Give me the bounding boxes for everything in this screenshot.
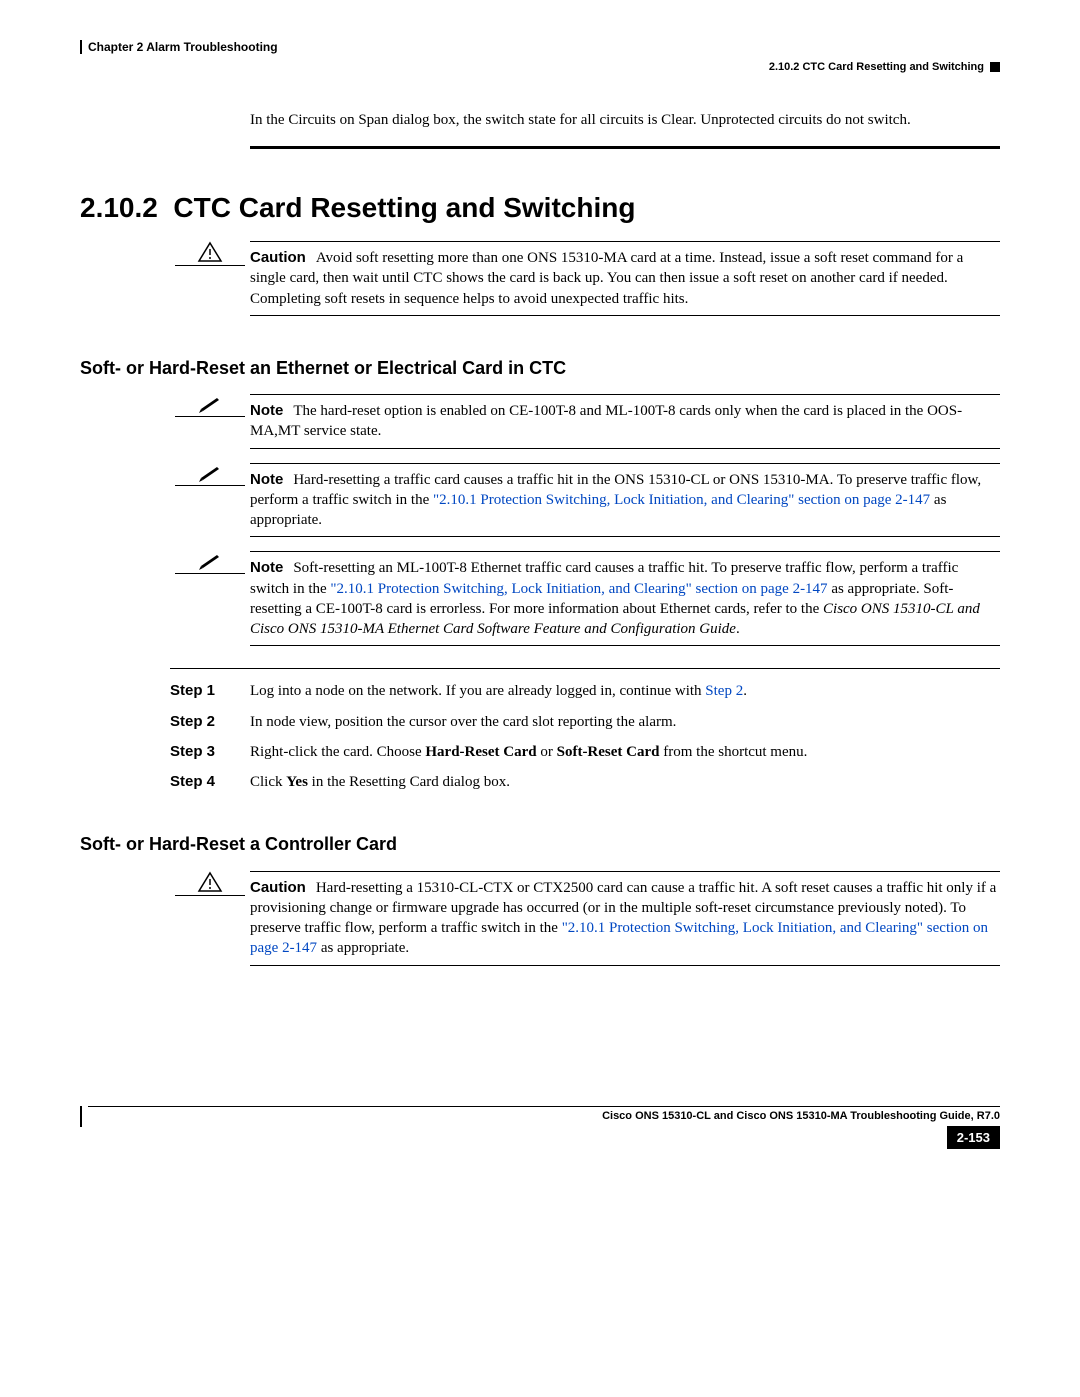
footer-book-title: Cisco ONS 15310-CL and Cisco ONS 15310-M… — [88, 1107, 1000, 1128]
step4-pre: Click — [250, 774, 286, 790]
note-icon — [175, 463, 245, 486]
page-number-badge: 2-153 — [947, 1126, 1000, 1150]
cross-ref-link[interactable]: "2.10.1 Protection Switching, Lock Initi… — [330, 581, 827, 597]
step-row: Step 2 In node view, position the cursor… — [170, 712, 1000, 732]
step-label: Step 4 — [170, 772, 250, 792]
caution-icon — [175, 871, 245, 896]
step1-post: . — [743, 683, 747, 699]
section-number: 2.10.2 — [80, 192, 158, 223]
note-body-2: NoteHard-resetting a traffic card causes… — [250, 463, 1000, 538]
step3-post: from the shortcut menu. — [660, 744, 808, 760]
note-icon — [175, 394, 245, 417]
cross-ref-link[interactable]: "2.10.1 Protection Switching, Lock Initi… — [433, 492, 930, 508]
header-right: 2.10.2 CTC Card Resetting and Switching — [769, 60, 1000, 75]
step-text: Click Yes in the Resetting Card dialog b… — [250, 772, 510, 792]
menu-option-bold: Hard-Reset Card — [425, 744, 536, 760]
caution-text: Avoid soft resetting more than one ONS 1… — [250, 250, 963, 307]
step-row: Step 1 Log into a node on the network. I… — [170, 681, 1000, 701]
chapter-label: Chapter 2 Alarm Troubleshooting — [80, 40, 278, 54]
note-text-1: The hard-reset option is enabled on CE-1… — [250, 403, 962, 439]
note-block-2: NoteHard-resetting a traffic card causes… — [170, 463, 1000, 538]
page-footer: Cisco ONS 15310-CL and Cisco ONS 15310-M… — [80, 1106, 1000, 1128]
note-body-1: NoteThe hard-reset option is enabled on … — [250, 394, 1000, 449]
step3-pre: Right-click the card. Choose — [250, 744, 425, 760]
step-row: Step 4 Click Yes in the Resetting Card d… — [170, 772, 1000, 792]
section-title-text: CTC Card Resetting and Switching — [173, 192, 635, 223]
subsection-heading-2: Soft- or Hard-Reset a Controller Card — [80, 832, 1000, 856]
page-header: Chapter 2 Alarm Troubleshooting 2.10.2 C… — [80, 40, 1000, 80]
note-block-1: NoteThe hard-reset option is enabled on … — [170, 394, 1000, 449]
step-label: Step 1 — [170, 681, 250, 701]
header-square-icon — [990, 62, 1000, 72]
step-row: Step 3 Right-click the card. Choose Hard… — [170, 742, 1000, 762]
caution-body: CautionAvoid soft resetting more than on… — [250, 241, 1000, 316]
caution-body-2: CautionHard-resetting a 15310-CL-CTX or … — [250, 871, 1000, 966]
caution-label-2: Caution — [250, 879, 306, 896]
section-heading: 2.10.2 CTC Card Resetting and Switching — [80, 189, 1000, 227]
note-body-3: NoteSoft-resetting an ML-100T-8 Ethernet… — [250, 551, 1000, 646]
caution2-post: as appropriate. — [317, 940, 409, 956]
button-label-bold: Yes — [286, 774, 308, 790]
note-icon — [175, 551, 245, 574]
note-label-3: Note — [250, 559, 283, 576]
caution-block-2: CautionHard-resetting a 15310-CL-CTX or … — [170, 871, 1000, 966]
caution-icon — [175, 241, 245, 266]
note3-post: . — [736, 621, 740, 637]
note-label-1: Note — [250, 402, 283, 419]
menu-option-bold: Soft-Reset Card — [557, 744, 660, 760]
section-short-label: 2.10.2 CTC Card Resetting and Switching — [769, 60, 984, 75]
step-label: Step 2 — [170, 712, 250, 732]
procedure-steps: Step 1 Log into a node on the network. I… — [170, 668, 1000, 792]
caution-label: Caution — [250, 249, 306, 266]
note-block-3: NoteSoft-resetting an ML-100T-8 Ethernet… — [170, 551, 1000, 646]
caution-block-1: CautionAvoid soft resetting more than on… — [170, 241, 1000, 316]
subsection-heading-1: Soft- or Hard-Reset an Ethernet or Elect… — [80, 356, 1000, 380]
step-cross-ref-link[interactable]: Step 2 — [705, 683, 743, 699]
step3-mid: or — [537, 744, 557, 760]
note-label-2: Note — [250, 471, 283, 488]
step-text: In node view, position the cursor over t… — [250, 712, 676, 732]
step-text: Right-click the card. Choose Hard-Reset … — [250, 742, 807, 762]
step-label: Step 3 — [170, 742, 250, 762]
step-text: Log into a node on the network. If you a… — [250, 681, 747, 701]
section-divider — [250, 146, 1000, 149]
step4-post: in the Resetting Card dialog box. — [308, 774, 510, 790]
step1-pre: Log into a node on the network. If you a… — [250, 683, 705, 699]
intro-paragraph: In the Circuits on Span dialog box, the … — [250, 110, 1000, 130]
